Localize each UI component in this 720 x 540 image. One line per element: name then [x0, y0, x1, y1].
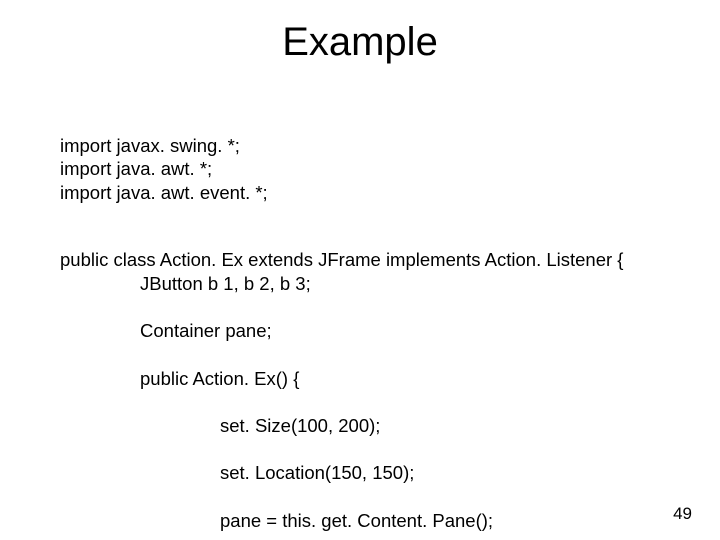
blank-line: [60, 205, 632, 225]
code-line: pane = this. get. Content. Pane();: [60, 509, 632, 533]
code-line: set. Location(150, 150);: [60, 461, 632, 485]
slide-title: Example: [0, 20, 720, 65]
code-line: import java. awt. event. *;: [60, 182, 268, 203]
slide: Example import javax. swing. *; import j…: [0, 0, 720, 540]
code-line: public Action. Ex() {: [60, 367, 632, 391]
code-line: Container pane;: [60, 319, 632, 343]
code-line: public class Action. Ex extends JFrame i…: [60, 249, 623, 270]
code-line: JButton b 1, b 2, b 3;: [60, 272, 632, 296]
code-block: import javax. swing. *; import java. awt…: [60, 110, 632, 540]
page-number: 49: [673, 504, 692, 524]
code-line: import java. awt. *;: [60, 158, 212, 179]
code-line: import javax. swing. *;: [60, 135, 240, 156]
code-line: set. Size(100, 200);: [60, 414, 632, 438]
